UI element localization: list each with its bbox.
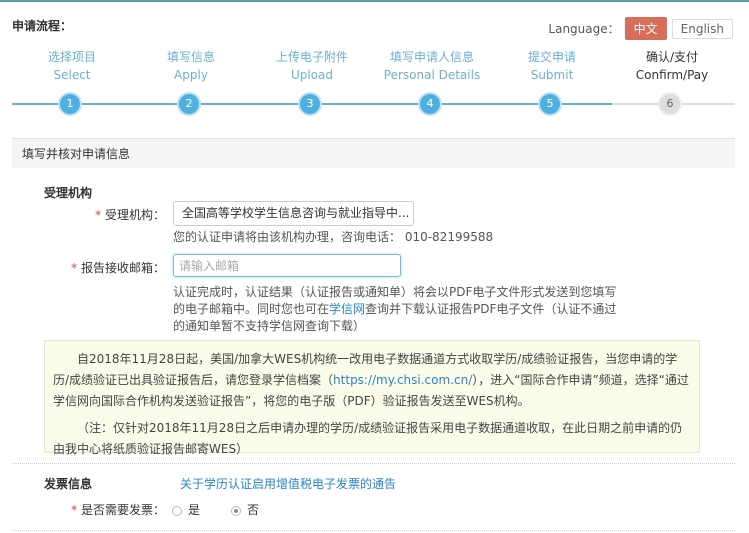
step-en: Personal Details bbox=[383, 68, 481, 82]
radio-yes[interactable] bbox=[172, 505, 182, 516]
step-zh: 确认/支付 bbox=[645, 50, 699, 64]
step-apply: 填写信息 Apply bbox=[131, 48, 251, 84]
step-en: Confirm/Pay bbox=[635, 68, 709, 82]
chsi-link[interactable]: 学信网 bbox=[329, 302, 365, 316]
step-circle-6: 6 bbox=[658, 92, 682, 116]
agency-label-text: 受理机构： bbox=[104, 208, 165, 222]
invoice-label: * 是否需要发票： bbox=[35, 501, 165, 518]
agency-select[interactable]: 全国高等学校学生信息咨询与就业指导中... bbox=[173, 201, 414, 226]
required-mark: * bbox=[71, 261, 78, 275]
step-personal-details: 填写申请人信息 Personal Details bbox=[372, 48, 492, 84]
email-help: 认证完成时，认证结果（认证报告或通知单）将会以PDF电子文件形式发送到您填写的电… bbox=[173, 284, 623, 335]
step-en: Submit bbox=[530, 68, 574, 82]
invoice-heading: 发票信息 bbox=[44, 477, 93, 491]
step-circle-4: 4 bbox=[418, 92, 442, 116]
section-header: 填写并核对申请信息 bbox=[12, 138, 735, 168]
step-en: Apply bbox=[174, 68, 208, 82]
notice-paragraph-1: 自2018年11月28日起，美国/加拿大WES机构统一改用电子数据通道方式收取学… bbox=[53, 349, 691, 412]
divider bbox=[12, 463, 735, 464]
email-label: * 报告接收邮箱： bbox=[35, 259, 165, 276]
step-circle-2: 2 bbox=[177, 92, 201, 116]
invoice-notice-link[interactable]: 关于学历认证启用增值税电子发票的通告 bbox=[180, 475, 396, 492]
agency-help: 您的认证申请将由该机构办理，咨询电话： 010-82199588 bbox=[173, 230, 494, 244]
step-zh: 填写信息 bbox=[166, 50, 215, 64]
lang-en-button[interactable]: English bbox=[671, 18, 733, 39]
step-zh: 上传电子附件 bbox=[275, 50, 348, 64]
invoice-no-option[interactable]: 否 bbox=[231, 501, 259, 518]
step-select: 选择项目 Select bbox=[12, 48, 132, 84]
step-en: Upload bbox=[290, 68, 334, 82]
step-zh: 填写申请人信息 bbox=[389, 50, 474, 64]
step-upload: 上传电子附件 Upload bbox=[252, 48, 372, 84]
step-submit: 提交申请 Submit bbox=[492, 48, 612, 84]
radio-no[interactable] bbox=[231, 505, 241, 516]
agency-label: * 受理机构： bbox=[35, 206, 165, 223]
invoice-label-text: 是否需要发票： bbox=[80, 503, 165, 517]
divider bbox=[12, 530, 735, 531]
email-label-text: 报告接收邮箱： bbox=[80, 261, 165, 275]
step-confirm-pay: 确认/支付 Confirm/Pay bbox=[612, 48, 732, 84]
page-title: 申请流程： bbox=[12, 19, 73, 33]
wes-notice: 自2018年11月28日起，美国/加拿大WES机构统一改用电子数据通道方式收取学… bbox=[44, 340, 700, 456]
required-mark: * bbox=[95, 208, 102, 222]
lang-zh-button[interactable]: 中文 bbox=[624, 17, 667, 40]
notice-paragraph-2: （注：仅针对2018年11月28日之后申请办理的学历/成绩验证报告采用电子数据通… bbox=[53, 421, 683, 456]
step-zh: 选择项目 bbox=[47, 50, 96, 64]
language-label: Language： bbox=[548, 22, 620, 36]
radio-no-label: 否 bbox=[247, 503, 260, 517]
step-circle-1: 1 bbox=[58, 92, 82, 116]
required-mark: * bbox=[71, 503, 78, 517]
step-circle-5: 5 bbox=[538, 92, 562, 116]
step-en: Select bbox=[53, 68, 91, 82]
step-circle-3: 3 bbox=[298, 92, 322, 116]
top-border bbox=[0, 0, 749, 2]
email-input[interactable] bbox=[173, 254, 401, 277]
invoice-yes-option[interactable]: 是 bbox=[172, 501, 200, 518]
step-zh: 提交申请 bbox=[527, 50, 576, 64]
agency-heading: 受理机构 bbox=[44, 186, 93, 200]
chsi-archive-link[interactable]: https://my.chsi.com.cn/ bbox=[333, 373, 472, 387]
language-switcher: Language： 中文 English bbox=[548, 17, 733, 40]
radio-yes-label: 是 bbox=[188, 503, 201, 517]
